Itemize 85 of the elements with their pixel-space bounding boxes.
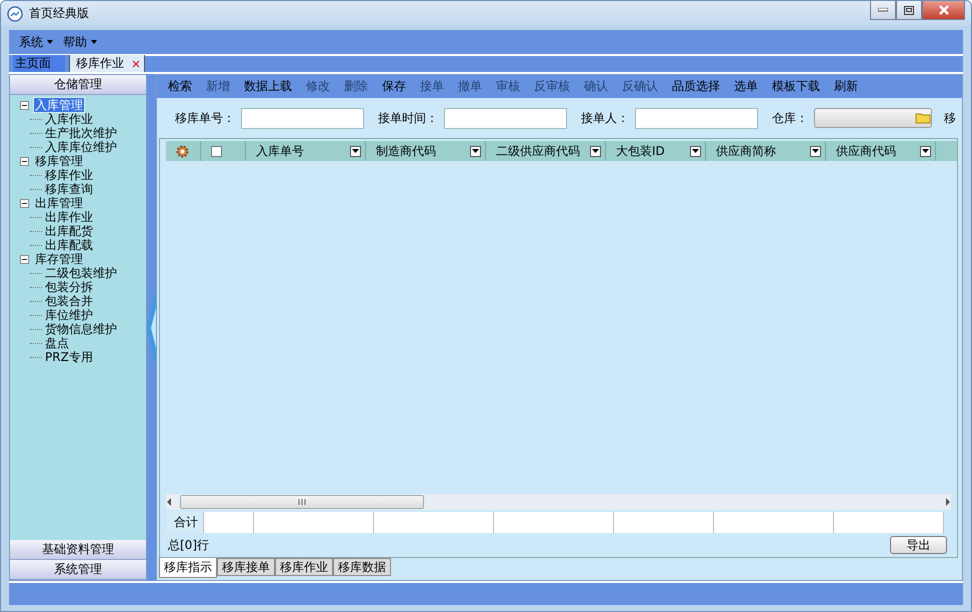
- collapse-icon[interactable]: [20, 198, 29, 208]
- filter-dropdown-icon[interactable]: [350, 146, 361, 156]
- tree-item[interactable]: 出库管理: [34, 196, 84, 210]
- input-field[interactable]: [444, 108, 567, 128]
- column-header: 供应商简称: [716, 142, 777, 160]
- minimize-icon: [878, 8, 888, 12]
- tree-item[interactable]: PRZ专用: [44, 350, 94, 364]
- tree-item[interactable]: 生产批次维护: [44, 126, 118, 140]
- collapse-icon[interactable]: [20, 156, 29, 166]
- tree-item[interactable]: 库位维护: [44, 308, 94, 322]
- toolbar-button[interactable]: 模板下载: [765, 76, 827, 98]
- filter-dropdown-icon[interactable]: [810, 146, 821, 156]
- document-tab[interactable]: 主页面: [9, 55, 70, 72]
- field-label: 移库单号：: [175, 110, 235, 126]
- maximize-icon: [904, 6, 914, 14]
- collapse-icon[interactable]: [20, 254, 29, 264]
- scrollbar-thumb[interactable]: [180, 495, 424, 509]
- folder-icon[interactable]: [915, 112, 931, 124]
- tree-item[interactable]: 包装分拆: [44, 280, 94, 294]
- tree-item[interactable]: 库存管理: [34, 252, 84, 266]
- tree-item[interactable]: 入库库位维护: [44, 140, 118, 154]
- tree-item[interactable]: 二级包装维护: [44, 266, 118, 280]
- column-header: 大包装ID: [616, 142, 666, 160]
- settings-icon[interactable]: [176, 144, 189, 158]
- column-header: 供应商代码: [836, 142, 897, 160]
- filter-dropdown-icon[interactable]: [590, 146, 601, 156]
- close-icon[interactable]: [132, 60, 140, 68]
- grip-icon: [298, 499, 306, 505]
- bottom-tab[interactable]: 移库作业: [275, 558, 333, 576]
- filter-dropdown-icon[interactable]: [690, 146, 701, 156]
- scroll-right-icon[interactable]: [945, 498, 951, 506]
- tree-item[interactable]: 入库管理: [34, 98, 84, 112]
- tree-item[interactable]: 移库作业: [44, 168, 94, 182]
- section-header[interactable]: 系统管理: [10, 560, 146, 580]
- scroll-left-icon[interactable]: [166, 498, 172, 506]
- toolbar-button[interactable]: 检索: [161, 76, 199, 98]
- tree-item[interactable]: 包装合并: [44, 294, 94, 308]
- tree-item[interactable]: 盘点: [44, 336, 70, 350]
- field-label: 接单人：: [581, 110, 629, 126]
- app-logo-icon: [7, 6, 23, 22]
- row-count: 总[0]行: [168, 536, 209, 554]
- tree-item[interactable]: 出库作业: [44, 210, 94, 224]
- input-field[interactable]: [635, 108, 758, 128]
- tree-item[interactable]: 移库查询: [44, 182, 94, 196]
- bottom-tab[interactable]: 移库数据: [333, 558, 391, 576]
- export-button[interactable]: 导出: [890, 536, 947, 554]
- bottom-tab[interactable]: 移库接单: [217, 558, 275, 576]
- warehouse-picker[interactable]: [814, 108, 932, 128]
- field-label: 接单时间：: [378, 110, 438, 126]
- caret-icon: [91, 40, 97, 44]
- collapse-handle-icon[interactable]: [147, 288, 156, 368]
- toolbar-button[interactable]: 选单: [727, 76, 765, 98]
- field-label: 移: [944, 110, 956, 126]
- document-tab[interactable]: 移库作业: [70, 55, 145, 72]
- section-header[interactable]: 仓储管理: [10, 75, 146, 95]
- menu-item[interactable]: 帮助: [63, 34, 97, 50]
- filter-dropdown-icon[interactable]: [920, 146, 931, 156]
- tree-item[interactable]: 入库作业: [44, 112, 94, 126]
- table-cell: [204, 512, 254, 533]
- minimize-button[interactable]: [870, 1, 896, 20]
- menu-item[interactable]: 系统: [19, 34, 53, 50]
- column-header: 二级供应商代码: [496, 142, 581, 160]
- bottom-tab[interactable]: 移库指示: [159, 558, 217, 578]
- close-icon: [938, 5, 950, 15]
- tree-item[interactable]: 移库管理: [34, 154, 84, 168]
- column-header: 入库单号: [256, 142, 305, 160]
- maximize-button[interactable]: [896, 1, 922, 20]
- window-title: 首页经典版: [29, 5, 89, 22]
- filter-dropdown-icon[interactable]: [470, 146, 481, 156]
- select-all-checkbox[interactable]: [211, 146, 222, 156]
- toolbar-button[interactable]: 保存: [375, 76, 413, 98]
- summary-label: 合计: [166, 512, 204, 533]
- collapse-icon[interactable]: [20, 100, 29, 110]
- toolbar-button[interactable]: 品质选择: [665, 76, 727, 98]
- section-header[interactable]: 基础资料管理: [10, 540, 146, 560]
- caret-icon: [47, 40, 53, 44]
- close-button[interactable]: [922, 1, 965, 20]
- tree-item[interactable]: 货物信息维护: [44, 322, 118, 336]
- tree-item[interactable]: 出库配货: [44, 224, 94, 238]
- input-field[interactable]: [241, 108, 364, 128]
- column-header: 制造商代码: [376, 142, 437, 160]
- toolbar-button[interactable]: 刷新: [827, 76, 865, 98]
- tree-item[interactable]: 出库配载: [44, 238, 94, 252]
- toolbar-button[interactable]: 数据上载: [237, 76, 299, 98]
- field-label: 仓库：: [772, 110, 808, 126]
